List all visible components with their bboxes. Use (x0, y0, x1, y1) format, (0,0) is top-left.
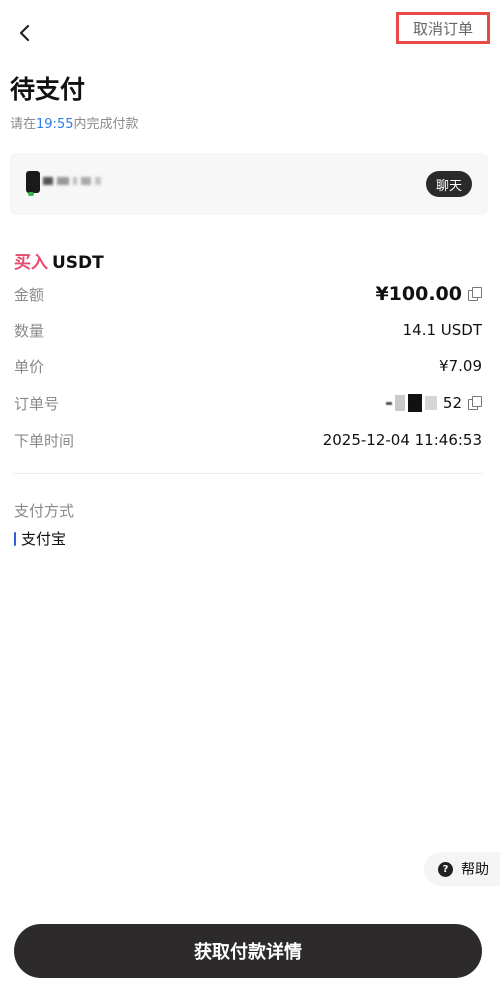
unit-price-row: 单价 ¥7.09 (14, 354, 482, 378)
copy-icon[interactable] (468, 396, 482, 410)
chevron-left-icon (19, 24, 30, 42)
merchant-avatar (26, 171, 40, 196)
order-coin: USDT (52, 253, 104, 273)
amount-value: ¥100.00 (375, 283, 482, 305)
payment-method-name: 支付宝 (21, 530, 67, 548)
order-id-value: 52 (385, 394, 482, 412)
order-time-value: 2025-12-04 11:46:53 (322, 431, 482, 449)
order-time-row: 下单时间 2025-12-04 11:46:53 (14, 428, 482, 452)
countdown-time: 19:55 (36, 117, 74, 132)
hint-suffix: 内完成付款 (73, 117, 139, 132)
amount-label: 金额 (14, 285, 45, 304)
order-id-suffix: 52 (442, 394, 462, 412)
hint-prefix: 请在 (10, 117, 37, 132)
cancel-order-button[interactable]: 取消订单 (396, 12, 490, 44)
order-id-redacted (385, 394, 437, 412)
order-side: 买入 (14, 253, 48, 273)
quantity-value: 14.1 USDT (402, 321, 482, 339)
chat-button[interactable]: 聊天 (425, 171, 472, 197)
merchant-card: 聊天 (10, 153, 488, 215)
payment-method: 支付宝 (14, 528, 66, 549)
order-id-row: 订单号 52 (14, 391, 482, 415)
copy-icon[interactable] (468, 287, 482, 301)
payment-method-accent-bar (14, 531, 16, 546)
quantity-row: 数量 14.1 USDT (14, 318, 482, 342)
amount-row: 金额 ¥100.00 (14, 282, 482, 306)
unit-price-value: ¥7.09 (439, 357, 482, 375)
order-id-label: 订单号 (14, 394, 60, 413)
amount-text: ¥100.00 (375, 283, 462, 305)
back-button[interactable] (14, 22, 36, 44)
order-heading: 买入 USDT (14, 248, 104, 273)
merchant-name-redacted (43, 177, 101, 185)
get-payment-details-button[interactable]: 获取付款详情 (14, 924, 482, 978)
payment-method-label: 支付方式 (14, 502, 75, 520)
page-title: 待支付 (10, 75, 86, 104)
help-button[interactable]: ? 帮助 (424, 852, 500, 886)
section-divider (14, 473, 482, 474)
help-label: 帮助 (461, 862, 489, 878)
quantity-label: 数量 (14, 321, 45, 340)
question-icon: ? (438, 861, 453, 877)
payment-deadline-hint: 请在19:55内完成付款 (10, 113, 139, 132)
order-time-label: 下单时间 (14, 431, 75, 450)
unit-price-label: 单价 (14, 357, 45, 376)
